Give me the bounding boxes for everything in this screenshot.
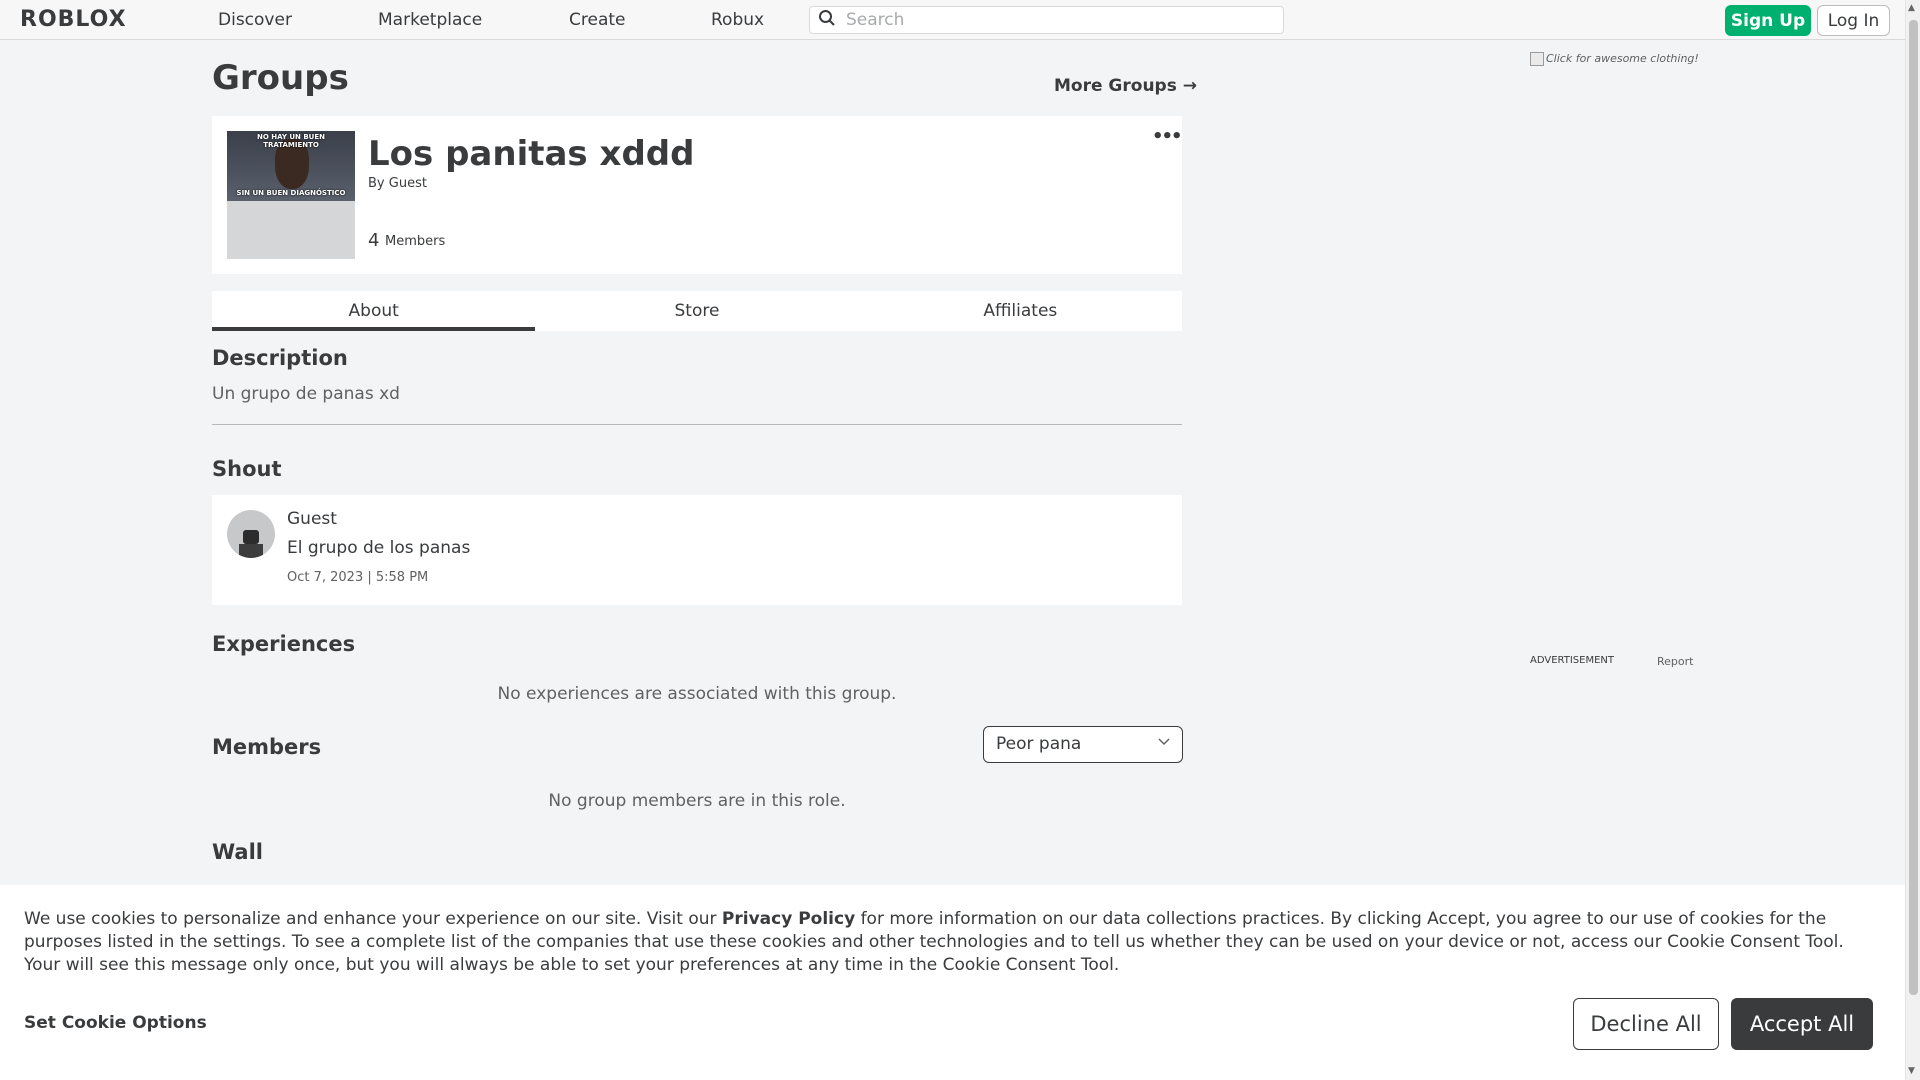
more-options-icon[interactable]: ••• [1152,126,1182,147]
emblem-top-caption: NO HAY UN BUEN TRATAMIENTO [257,133,325,149]
advertisement-label: ADVERTISEMENT [1530,655,1615,666]
description-text: Un grupo de panas xd [212,384,400,404]
ad-image-alt-text: Click for awesome clothing! [1546,52,1699,65]
group-tabs: About Store Affiliates [212,291,1182,331]
group-owner-link[interactable]: Guest [389,176,427,191]
shout-message: El grupo de los panas [287,538,471,558]
shout-date: Oct 7, 2023 | 5:58 PM [287,570,429,585]
group-emblem-image: NO HAY UN BUEN TRATAMIENTO SIN UN BUEN D… [227,131,355,259]
emblem-bottom-caption: SIN UN BUEN DIAGNÓSTICO [236,189,346,197]
nav-discover[interactable]: Discover [218,10,292,30]
scroll-up-arrow-icon[interactable]: ▲ [1908,3,1915,13]
group-name: Los panitas xddd [368,134,695,174]
set-cookie-options-link[interactable]: Set Cookie Options [24,1013,207,1033]
cookie-consent-banner: We use cookies to personalize and enhanc… [0,885,1905,1080]
more-groups-link[interactable]: More Groups → [1054,76,1197,96]
roblox-logo[interactable]: ROBLOX [20,7,127,32]
accept-all-button[interactable]: Accept All [1731,998,1873,1050]
shout-heading: Shout [212,457,282,481]
tab-store[interactable]: Store [535,291,858,331]
role-selected-value: Peor pana [996,734,1082,754]
decline-all-button[interactable]: Decline All [1573,998,1719,1050]
nav-marketplace[interactable]: Marketplace [378,10,482,30]
nav-robux[interactable]: Robux [711,10,764,30]
cookie-text-before: We use cookies to personalize and enhanc… [24,909,722,929]
members-heading: Members [212,735,322,759]
experiences-empty-message: No experiences are associated with this … [497,684,897,704]
group-owner-line: By Guest [368,176,427,191]
shout-author[interactable]: Guest [287,509,337,529]
cookie-message: We use cookies to personalize and enhanc… [24,908,1884,977]
scrollbar-thumb[interactable] [1909,20,1918,995]
top-navigation-bar: ROBLOX Discover Marketplace Create Robux… [0,0,1905,40]
scroll-down-arrow-icon[interactable]: ▼ [1908,1066,1915,1076]
page-title: Groups [212,58,349,98]
tab-about[interactable]: About [212,291,536,331]
description-heading: Description [212,346,348,370]
member-count-label: Members [385,234,446,249]
ad-report-link[interactable]: Report [1657,655,1693,668]
advertisement-image[interactable]: Click for awesome clothing! [1530,52,1699,66]
search-input[interactable] [846,10,1266,30]
by-label: By [368,176,385,191]
log-in-button[interactable]: Log In [1817,5,1890,36]
role-dropdown[interactable]: Peor pana [983,726,1183,763]
shout-card: Guest El grupo de los panas Oct 7, 2023 … [212,495,1182,605]
member-count: 4 [368,230,380,251]
sign-up-button[interactable]: Sign Up [1725,5,1811,36]
group-header-card: NO HAY UN BUEN TRATAMIENTO SIN UN BUEN D… [212,116,1182,274]
nav-create[interactable]: Create [569,10,626,30]
members-empty-message: No group members are in this role. [548,791,846,811]
avatar[interactable] [227,510,275,558]
section-divider [212,424,1182,425]
broken-image-icon [1530,52,1544,66]
wall-heading: Wall [212,840,263,864]
chevron-down-icon [1158,735,1170,750]
search-box[interactable] [809,6,1284,34]
tab-affiliates[interactable]: Affiliates [859,291,1182,331]
group-emblem-picture: NO HAY UN BUEN TRATAMIENTO SIN UN BUEN D… [227,131,355,201]
experiences-heading: Experiences [212,632,356,656]
privacy-policy-link[interactable]: Privacy Policy [722,909,855,929]
search-icon [818,9,836,31]
page-scrollbar[interactable]: ▲ ▼ [1905,0,1920,1080]
